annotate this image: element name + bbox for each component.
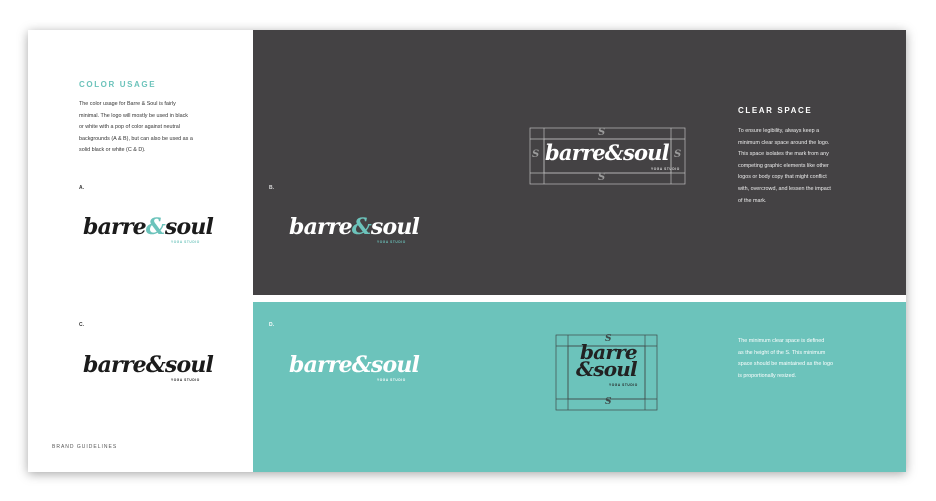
- logo-word-barre: barre: [83, 214, 147, 240]
- color-usage-line: or white with a pop of color against neu…: [79, 124, 180, 131]
- clear-space-line: logos or body copy that might conflict: [738, 174, 827, 181]
- logo-word-soul: soul: [164, 214, 214, 240]
- min-clear-space-line: is proportionally resized.: [738, 372, 797, 379]
- label-b: B.: [269, 185, 274, 191]
- clear-space-body: To ensure legibility, always keep a mini…: [738, 126, 831, 207]
- logo-d-tagline: YOGA STUDIO: [377, 378, 406, 382]
- clear-space-logo: barre&soul: [545, 140, 670, 165]
- logo-ampersand: &: [145, 214, 166, 240]
- logo-b-tagline: YOGA STUDIO: [377, 240, 406, 244]
- stacked-s-top: S: [605, 334, 611, 344]
- color-usage-panel: COLOR USAGE The color usage for Barre & …: [28, 30, 253, 472]
- clear-space-line: with, overcrowd, and lessen the impact: [738, 185, 831, 192]
- stacked-s-bottom: S: [605, 397, 611, 407]
- color-usage-title: COLOR USAGE: [79, 80, 157, 89]
- brand-guidelines-spread: COLOR USAGE The color usage for Barre & …: [28, 30, 906, 472]
- min-clear-space-line: as the height of the S. This minimum: [738, 349, 826, 356]
- stacked-logo-line2: &soul: [576, 359, 638, 379]
- color-usage-line: The color usage for Barre & Soul is fair…: [79, 101, 176, 107]
- clear-space-s-bottom: S: [598, 172, 605, 183]
- clear-space-line: This space isolates the mark from any: [738, 151, 829, 158]
- logo-c-tagline: YOGA STUDIO: [171, 378, 200, 382]
- min-clear-space-line: The minimum clear space is defined: [738, 338, 825, 344]
- clear-space-title: CLEAR SPACE: [738, 106, 813, 115]
- stacked-logo-tagline: YOGA STUDIO: [609, 383, 638, 387]
- dark-panel: B. barre&soul YOGA STUDIO barre&soul YOG…: [253, 30, 906, 295]
- color-usage-line: backgrounds (A & B), but can also be use…: [79, 135, 193, 142]
- clear-space-line: To ensure legibility, always keep a: [738, 128, 820, 134]
- logo-word-soul: soul: [593, 357, 637, 381]
- footer-brand-guidelines: BRAND GUIDELINES: [52, 444, 118, 450]
- logo-word-soul: soul: [370, 214, 420, 240]
- logo-word-barre: barre: [545, 140, 606, 165]
- logo-ampersand: &: [351, 214, 372, 240]
- logo-a-tagline: YOGA STUDIO: [171, 240, 200, 244]
- logo-word-barre: barre: [289, 214, 353, 240]
- label-c: C.: [79, 322, 84, 328]
- clear-space-line: minimum clear space around the logo.: [738, 139, 830, 146]
- color-usage-line: minimal. The logo will mostly be used in…: [79, 112, 188, 119]
- logo-ampersand: &: [145, 352, 166, 378]
- panel-separator: [253, 295, 906, 302]
- logo-a: barre&soul: [83, 214, 214, 240]
- stacked-logo: barre &soul: [576, 342, 638, 379]
- logo-word-barre: barre: [289, 352, 353, 378]
- min-clear-space-line: space should be maintained as the logo: [738, 361, 834, 368]
- clear-space-s-right: S: [674, 149, 681, 160]
- label-d: D.: [269, 322, 274, 328]
- logo-word-barre: barre: [83, 352, 147, 378]
- logo-d: barre&soul: [289, 352, 420, 378]
- logo-word-soul: soul: [370, 352, 420, 378]
- min-clear-space-body: The minimum clear space is defined as th…: [738, 336, 833, 382]
- logo-word-soul: soul: [622, 140, 670, 165]
- logo-ampersand: &: [604, 140, 624, 165]
- color-usage-line: solid black or white (C & D).: [79, 147, 146, 154]
- label-a: A.: [79, 185, 84, 191]
- clear-space-line: of the mark.: [738, 197, 767, 204]
- logo-word-soul: soul: [164, 352, 214, 378]
- logo-ampersand: &: [576, 357, 594, 381]
- clear-space-s-top: S: [598, 127, 605, 138]
- teal-panel: D. barre&soul YOGA STUDIO barre &soul YO…: [253, 302, 906, 472]
- clear-space-line: competing graphic elements like other: [738, 162, 829, 169]
- clear-space-logo-tagline: YOGA STUDIO: [651, 167, 680, 171]
- clear-space-s-left: S: [532, 149, 539, 160]
- logo-ampersand: &: [351, 352, 372, 378]
- color-usage-body: The color usage for Barre & Soul is fair…: [79, 99, 193, 157]
- logo-b: barre&soul: [289, 214, 420, 240]
- logo-c: barre&soul: [83, 352, 214, 378]
